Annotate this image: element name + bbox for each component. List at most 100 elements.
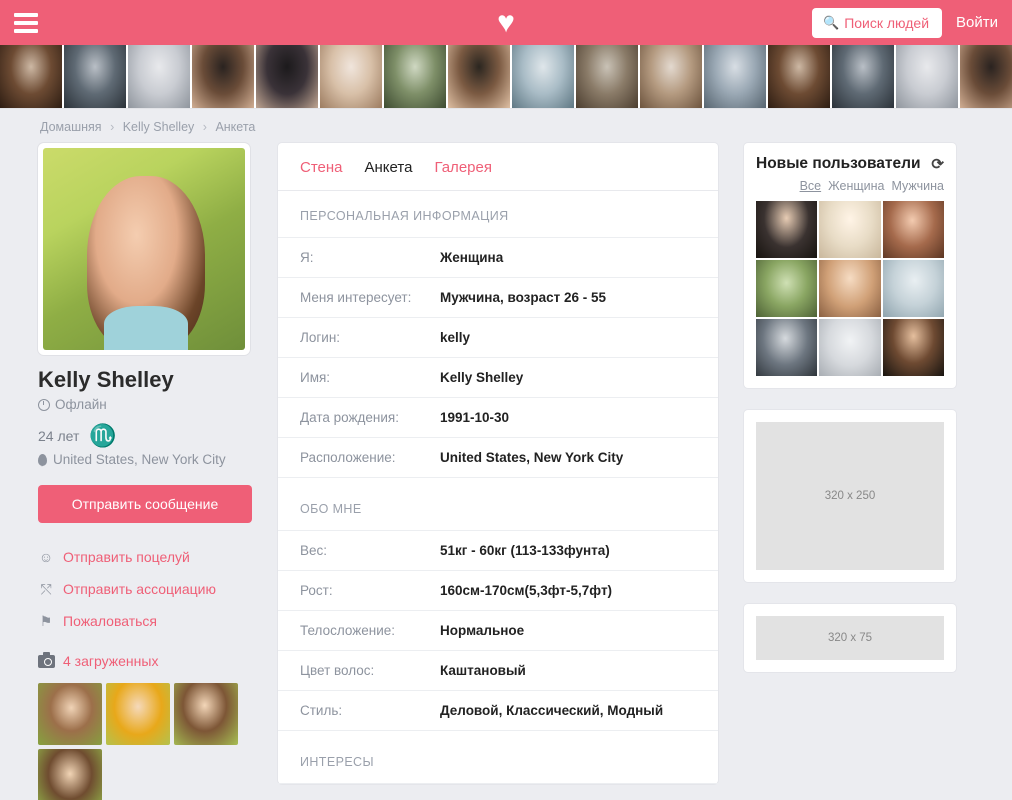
section-title: ИНТЕРЕСЫ (278, 730, 718, 783)
send-message-button[interactable]: Отправить сообщение (38, 485, 252, 523)
action-smiley[interactable]: ☺ Отправить поцелуй (38, 549, 252, 565)
strip-photo-7[interactable] (384, 45, 448, 108)
action-label: Отправить ассоциацию (63, 581, 217, 597)
strip-photo-10[interactable] (576, 45, 640, 108)
field-value: 1991-10-30 (440, 410, 510, 425)
new-user-1[interactable] (756, 201, 818, 258)
strip-photo-3[interactable] (128, 45, 192, 108)
strip-photo-12[interactable] (704, 45, 768, 108)
field-value: kelly (440, 330, 471, 345)
new-users-filter-0[interactable]: Все (800, 179, 822, 193)
heart-logo[interactable]: ♥ (491, 7, 521, 38)
new-user-8[interactable] (819, 319, 881, 376)
profile-status-label: Офлайн (55, 397, 107, 412)
uploads-link[interactable]: 4 загруженных (38, 651, 252, 669)
action-label: Отправить поцелуй (63, 549, 190, 565)
strip-photo-8[interactable] (448, 45, 512, 108)
hamburger-bar (14, 28, 38, 33)
section-title: ОБО МНЕ (278, 477, 718, 530)
strip-photo-16[interactable] (960, 45, 1012, 108)
profile-photo (43, 148, 245, 350)
field-value: Kelly Shelley (440, 370, 524, 385)
new-user-4[interactable] (756, 260, 818, 317)
ad-slot-75[interactable]: 320 x 75 (744, 604, 956, 672)
profile-field-row: Имя: Kelly Shelley (278, 357, 718, 397)
strip-photo-5[interactable] (256, 45, 320, 108)
profile-gallery (38, 683, 248, 800)
profile-field-row: Рост: 160см-170см(5,3фт-5,7фт) (278, 570, 718, 610)
strip-photo-6[interactable] (320, 45, 384, 108)
ad-slot-250[interactable]: 320 x 250 (744, 410, 956, 582)
section-divider (278, 783, 718, 784)
zodiac-icon: ♏ (89, 423, 117, 448)
right-sidebar: Новые пользователи ⟳ Все Женщина Мужчина 3… (744, 143, 956, 694)
strip-photo-9[interactable] (512, 45, 576, 108)
hamburger-icon[interactable] (14, 12, 38, 33)
profile-photo-frame[interactable] (38, 143, 250, 355)
action-flag[interactable]: ⚑ Пожаловаться (38, 613, 252, 629)
new-users-title-row: Новые пользователи ⟳ (756, 155, 944, 173)
field-label: Я: (300, 250, 314, 265)
profile-main-panel: Стена Анкета Галерея ПЕРСОНАЛЬНАЯ ИНФОРМАЦ… (278, 143, 718, 784)
profile-location-label: United States, New York City (53, 452, 226, 467)
gallery-thumb-2[interactable] (106, 683, 170, 745)
strip-photo-11[interactable] (640, 45, 704, 108)
new-user-2[interactable] (819, 201, 881, 258)
profile-actions: ☺ Отправить поцелуй ⤲ Отправить ассоциацию ⚑… (38, 549, 252, 629)
profile-tabs: Стена Анкета Галерея (278, 143, 718, 191)
strip-photo-15[interactable] (896, 45, 960, 108)
gallery-thumb-3[interactable] (174, 683, 238, 745)
breadcrumb-user[interactable]: Kelly Shelley (123, 120, 195, 134)
breadcrumb: Домашняя › Kelly Shelley › Анкета (0, 109, 1012, 143)
field-label: Меня интересует: (300, 290, 412, 305)
new-user-3[interactable] (882, 201, 944, 258)
profile-sections: ПЕРСОНАЛЬНАЯ ИНФОРМАЦИЯ Я: Женщина Меня инт… (278, 191, 718, 784)
breadcrumb-separator: › (110, 120, 115, 134)
site-header: ♥ 🔍 Поиск людей Войти (0, 0, 1012, 45)
ad-placeholder-label: 320 x 250 (756, 422, 944, 570)
new-users-filter-2[interactable]: Мужчина (891, 179, 944, 193)
tab-1[interactable]: Анкета (365, 159, 413, 176)
page-layout: Kelly Shelley Офлайн 24 лет ♏ United Sta… (0, 143, 1012, 800)
gallery-thumb-4[interactable] (38, 749, 102, 800)
gallery-thumb-1[interactable] (38, 683, 102, 745)
field-value: Деловой, Классический, Модный (440, 703, 664, 718)
field-label: Стиль: (300, 703, 343, 718)
new-users-title: Новые пользователи (756, 155, 921, 172)
login-link[interactable]: Войти (956, 14, 998, 31)
action-shuffle[interactable]: ⤲ Отправить ассоциацию (38, 581, 252, 597)
search-icon: 🔍 (823, 14, 840, 30)
camera-icon (38, 651, 55, 668)
profile-location: United States, New York City (38, 452, 252, 467)
new-user-7[interactable] (756, 319, 818, 376)
shuffle-icon: ⤲ (40, 581, 52, 597)
strip-photo-13[interactable] (768, 45, 832, 108)
profile-name: Kelly Shelley (38, 367, 174, 392)
profile-field-row: Вес: 51кг - 60кг (113-133фунта) (278, 530, 718, 570)
profile-field-row: Я: Женщина (278, 237, 718, 277)
new-user-6[interactable] (882, 260, 944, 317)
strip-photo-2[interactable] (64, 45, 128, 108)
new-user-9[interactable] (882, 319, 944, 376)
flag-icon: ⚑ (39, 613, 53, 629)
strip-photo-1[interactable] (0, 45, 64, 108)
strip-photo-4[interactable] (192, 45, 256, 108)
smiley-icon: ☺ (38, 549, 54, 565)
new-user-5[interactable] (819, 260, 881, 317)
field-value: United States, New York City (440, 450, 624, 465)
tab-0[interactable]: Стена (300, 159, 343, 176)
new-users-filter-1[interactable]: Женщина (828, 179, 884, 193)
refresh-icon[interactable]: ⟳ (931, 155, 944, 173)
field-label: Цвет волос: (300, 663, 375, 678)
strip-photo-14[interactable] (832, 45, 896, 108)
tab-2[interactable]: Галерея (434, 159, 492, 176)
hamburger-bar (14, 12, 38, 17)
search-people-button[interactable]: 🔍 Поиск людей (812, 7, 943, 38)
profile-card: Стена Анкета Галерея ПЕРСОНАЛЬНАЯ ИНФОРМАЦ… (278, 143, 718, 784)
profile-sidebar: Kelly Shelley Офлайн 24 лет ♏ United Sta… (38, 143, 252, 800)
field-value: Нормальное (440, 623, 525, 638)
field-value: 51кг - 60кг (113-133фунта) (440, 543, 610, 558)
field-label: Вес: (300, 543, 328, 558)
breadcrumb-home[interactable]: Домашняя (40, 120, 102, 134)
field-label: Телосложение: (300, 623, 396, 638)
